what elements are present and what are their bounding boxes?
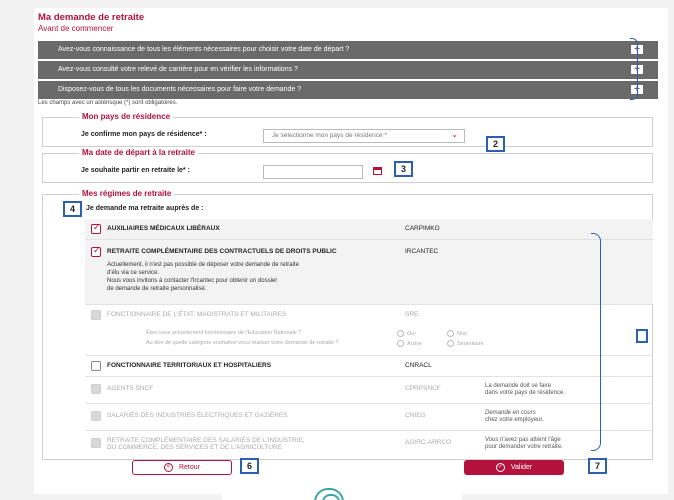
regime-note: Demande en cours chez votre employeur.: [485, 410, 544, 423]
accordion-item-documents[interactable]: Disposez-vous de tous les documents néce…: [38, 81, 658, 99]
regime-row[interactable]: RETRAITE COMPLÉMENTAIRE DES CONTRACTUELS…: [85, 240, 653, 304]
callout-7: 7: [588, 458, 607, 474]
regime-row: RETRAITE COMPLÉMENTAIRE DES SALARIÉS DE …: [85, 431, 653, 457]
back-button[interactable]: < Retour: [132, 460, 232, 475]
regime-name: RETRAITE COMPLÉMENTAIRE DES CONTRACTUELS…: [107, 248, 337, 255]
checkbox-disabled: [91, 310, 101, 320]
radio-oui: [397, 330, 404, 337]
callout-2: 2: [486, 136, 505, 152]
checkbox-disabled: [91, 411, 101, 421]
residence-select[interactable]: Je sélectionne mon pays de résidence * ⌄: [263, 129, 465, 143]
checkbox-disabled: [91, 438, 101, 448]
residence-legend: Mon pays de résidence: [79, 112, 174, 121]
regimes-legend: Mes régimes de retraite: [79, 189, 175, 198]
residence-label: Je confirme mon pays de résidence* :: [81, 131, 207, 138]
residence-section: Mon pays de résidence Je confirme mon pa…: [42, 112, 653, 152]
submit-button-label: Valider: [510, 464, 533, 471]
departure-legend: Ma date de départ à la retraite: [79, 148, 198, 157]
footer-logo: [222, 486, 462, 500]
regime-name: AUXILIAIRES MÉDICAUX LIBÉRAUX: [107, 225, 220, 232]
accordion-item-career[interactable]: Avez-vous consulté votre relevé de carri…: [38, 61, 658, 79]
callout-5: [636, 329, 648, 343]
arrow-left-icon: <: [163, 462, 173, 472]
regime-name: FONCTIONNAIRE DE L'ÉTAT, MAGISTRATS ET M…: [107, 311, 287, 318]
calendar-icon[interactable]: [373, 167, 382, 175]
page-title: Ma demande de retraite: [38, 12, 145, 23]
mandatory-note: Les champs avec un astérisque (*) sont o…: [38, 100, 178, 106]
callout-6: 6: [240, 458, 259, 474]
regimes-intro: Je demande ma retraite auprès de :: [86, 205, 204, 212]
regime-row[interactable]: FONCTIONNAIRE TERRITORIAUX ET HOSPITALIE…: [85, 356, 653, 376]
regime-code: CPRPSNCF: [405, 385, 441, 392]
callout-3: 3: [394, 161, 413, 177]
back-button-label: Retour: [178, 464, 200, 471]
regime-code: CARPIMKO: [405, 225, 440, 232]
regime-code: CNRACL: [405, 362, 432, 369]
departure-date-input[interactable]: [263, 165, 363, 179]
check-circle-icon: ✓: [495, 462, 505, 472]
regime-row[interactable]: AUXILIAIRES MÉDICAUX LIBÉRAUX CARPIMKO: [85, 219, 653, 239]
checkbox-checked[interactable]: [91, 245, 101, 257]
departure-section: Ma date de départ à la retraite Je souha…: [42, 148, 653, 183]
residence-select-value: Je sélectionne mon pays de résidence *: [272, 132, 387, 139]
regime-name: FONCTIONNAIRE TERRITORIAUX ET HOSPITALIE…: [107, 362, 272, 369]
regime-info: Actuellement, il n'est pas possible de d…: [107, 262, 299, 292]
regime-name: RETRAITE COMPLÉMENTAIRE DES SALARIÉS DE …: [107, 437, 305, 451]
regime-note: La demande doit se faire dans votre pays…: [485, 383, 566, 396]
sre-question: Au titre de quelle catégorie souhaitez-v…: [146, 340, 339, 346]
regime-code: IRCANTEC: [405, 248, 439, 255]
radio-label: Oui: [407, 331, 416, 337]
radio-label: Sédentaire: [457, 341, 484, 347]
form-page: Ma demande de retraite Avant de commence…: [34, 8, 668, 494]
regime-row: AGENTS SNCF CPRPSNCF La demande doit se …: [85, 377, 653, 403]
accordion-item-criteria[interactable]: Avez-vous connaissance de tous les éléme…: [38, 41, 658, 59]
regimes-bracket: [591, 233, 601, 451]
checkbox-unchecked[interactable]: [91, 361, 101, 371]
logo-icon: [314, 488, 344, 500]
sre-question: Êtes-vous actuellement fonctionnaire de …: [146, 330, 302, 336]
radio-non: [447, 330, 454, 337]
callout-4: 4: [63, 201, 82, 217]
departure-label: Je souhaite partir en retraite le* :: [81, 167, 190, 174]
accordion-label: Disposez-vous de tous les documents néce…: [58, 86, 302, 93]
regime-code: CNIEG: [405, 412, 426, 419]
chevron-down-icon: ⌄: [451, 130, 458, 139]
radio-label: Non: [457, 331, 468, 337]
regime-row: FONCTIONNAIRE DE L'ÉTAT, MAGISTRATS ET M…: [85, 305, 653, 355]
checkbox-checked[interactable]: [91, 222, 101, 234]
accordion-bracket: [630, 38, 638, 100]
regime-code: AGIRC-ARRCO: [405, 439, 452, 446]
regime-row: SALARIÉS DES INDUSTRIES ÉLECTRIQUES ET G…: [85, 404, 653, 430]
radio-sedentaire: [447, 340, 454, 347]
regime-note: Vous n'avez pas atteint l'âge pour deman…: [485, 437, 563, 450]
regime-code: SRE: [405, 311, 419, 318]
checkbox-disabled: [91, 384, 101, 394]
submit-button[interactable]: ✓ Valider: [464, 460, 564, 475]
section-subtitle: Avant de commencer: [38, 24, 114, 33]
radio-active: [397, 340, 404, 347]
regime-name: SALARIÉS DES INDUSTRIES ÉLECTRIQUES ET G…: [107, 412, 288, 419]
regime-name: AGENTS SNCF: [107, 385, 154, 392]
accordion-label: Avez-vous consulté votre relevé de carri…: [58, 66, 298, 73]
accordion-label: Avez-vous connaissance de tous les éléme…: [58, 46, 350, 53]
radio-label: Active: [407, 341, 422, 347]
